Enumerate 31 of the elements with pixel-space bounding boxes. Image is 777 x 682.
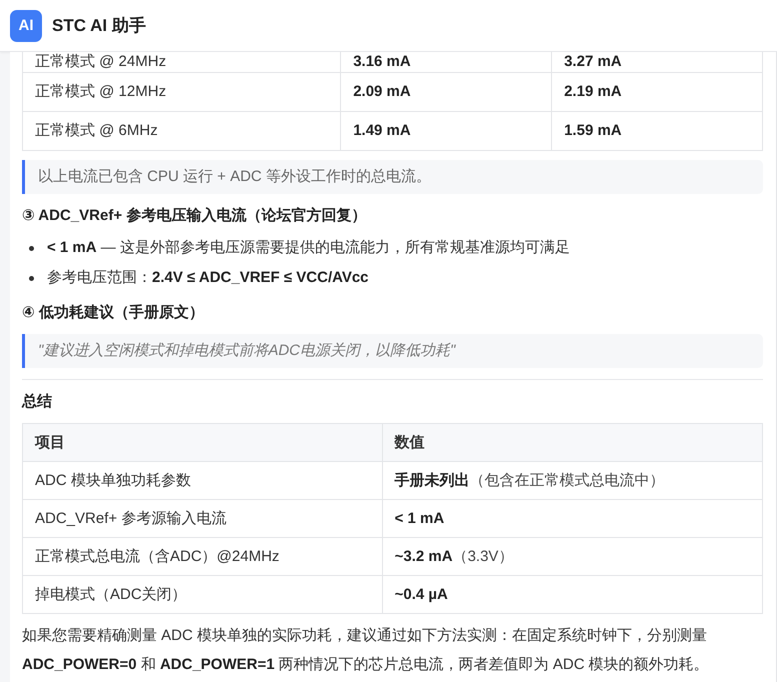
quote-callout: "建议进入空闲模式和掉电模式前将ADC电源关闭，以降低功耗" (22, 334, 763, 368)
column-header: 数值 (382, 424, 762, 462)
table-cell: 正常模式总电流（含ADC）@24MHz (22, 538, 382, 576)
table-cell: 掉电模式（ADC关闭） (22, 576, 382, 614)
bullet-icon (29, 246, 34, 250)
table-cell: 正常模式 @ 24MHz (22, 52, 341, 72)
app-title: STC AI 助手 (52, 15, 146, 37)
table-cell: 1.59 mA (552, 112, 762, 150)
table-cell: 2.09 mA (340, 72, 552, 112)
table-cell: 2.19 mA (552, 72, 762, 112)
section-heading: 总结 (22, 392, 53, 412)
table-cell: 3.16 mA (340, 52, 552, 72)
section-heading: ③ ADC_VRef+ 参考电压输入电流（论坛官方回复） (22, 206, 368, 226)
list-item-text: 参考电压范围：2.4V ≤ ADC_VREF ≤ VCC/AVcc (47, 268, 369, 288)
table-cell: < 1 mA (382, 500, 762, 538)
list-item-text: < 1 mA — 这是外部参考电压源需要提供的电流能力，所有常规基准源均可满足 (47, 238, 570, 258)
column-header: 项目 (22, 424, 382, 462)
table-cell: ~3.2 mA（3.3V） (382, 538, 762, 576)
table-cell: ADC 模块单独功耗参数 (22, 462, 382, 500)
section-heading: ④ 低功耗建议（手册原文） (22, 303, 205, 323)
note-callout: 以上电流已包含 CPU 运行 + ADC 等外设工作时的总电流。 (22, 160, 763, 194)
body-paragraph: 如果您需要精确测量 ADC 模块单独的实际功耗，建议通过如下方法实测：在固定系统时钟下，分别测量 ADC_POWER=0 和 ADC_POWER=1 两种情况下的芯片总电流，两者差值即为 ADC 模块的额外功耗。 (22, 626, 710, 675)
table-cell: 正常模式 @ 6MHz (22, 112, 341, 150)
table-cell: ~0.4 µA (382, 576, 762, 614)
bullet-icon (29, 276, 34, 280)
app-logo: AI (10, 10, 42, 42)
table-cell: ADC_VRef+ 参考源输入电流 (22, 500, 382, 538)
table-cell: 1.49 mA (340, 112, 552, 150)
table-cell: 正常模式 @ 12MHz (22, 72, 341, 112)
table-cell: 3.27 mA (552, 52, 762, 72)
table-cell: 手册未列出（包含在正常模式总电流中） (382, 462, 762, 500)
